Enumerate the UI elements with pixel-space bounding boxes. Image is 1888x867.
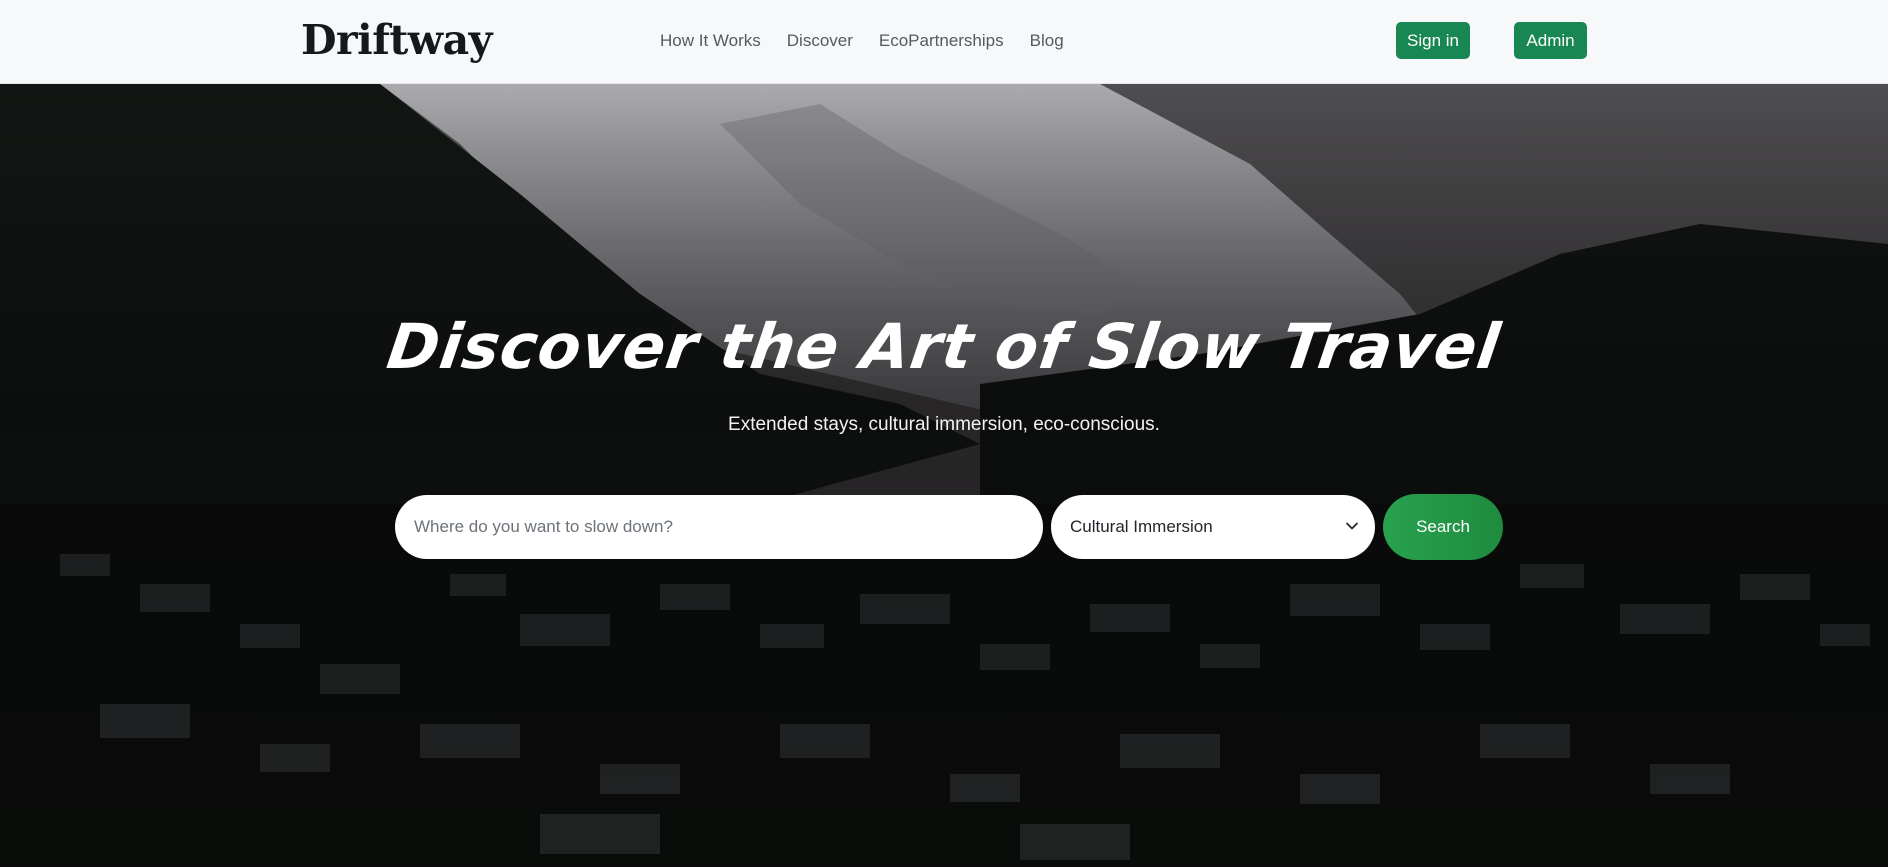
hero-subtitle: Extended stays, cultural immersion, eco-…	[728, 414, 1160, 435]
nav-link-ecopartnerships[interactable]: EcoPartnerships	[879, 31, 1004, 51]
brand-logo[interactable]: Driftway	[301, 16, 493, 64]
sign-in-button[interactable]: Sign in	[1396, 22, 1470, 59]
travel-style-select[interactable]: Cultural Immersion	[1051, 495, 1375, 559]
travel-style-selected-value: Cultural Immersion	[1070, 517, 1213, 536]
destination-search-input[interactable]	[395, 495, 1043, 559]
nav-link-how-it-works[interactable]: How It Works	[660, 31, 761, 51]
top-navbar: Driftway How It Works Discover EcoPartne…	[0, 0, 1888, 84]
hero-title: Discover the Art of Slow Travel	[382, 310, 1506, 383]
chevron-down-icon	[1346, 522, 1358, 530]
nav-link-blog[interactable]: Blog	[1030, 31, 1064, 51]
hero-background-image	[0, 84, 1888, 867]
hero-section: Discover the Art of Slow Travel Extended…	[0, 84, 1888, 867]
admin-button[interactable]: Admin	[1514, 22, 1587, 59]
main-nav: How It Works Discover EcoPartnerships Bl…	[660, 31, 1090, 51]
search-button[interactable]: Search	[1383, 494, 1503, 560]
nav-link-discover[interactable]: Discover	[787, 31, 853, 51]
